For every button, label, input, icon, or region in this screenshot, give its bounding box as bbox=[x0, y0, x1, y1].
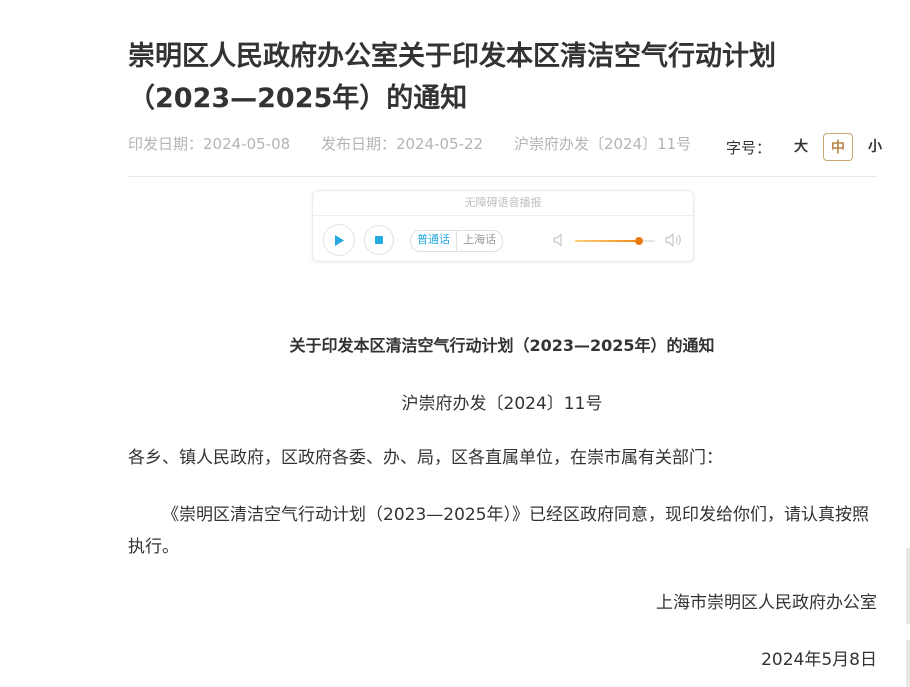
document-number-line: 沪崇府办发〔2024〕11号 bbox=[401, 394, 603, 414]
signature: 上海市崇明区人民政府办公室 bbox=[656, 593, 877, 613]
font-size-label: 字号： bbox=[726, 138, 772, 157]
header-divider bbox=[128, 176, 877, 177]
volume-low-icon[interactable] bbox=[553, 233, 565, 247]
document-date: 2024年5月8日 bbox=[761, 650, 877, 670]
language-toggle: 普通话 上海话 bbox=[410, 230, 503, 252]
play-button[interactable] bbox=[323, 224, 355, 256]
stop-icon bbox=[375, 236, 383, 244]
player-title: 无障碍语音播报 bbox=[313, 191, 693, 216]
volume-slider-fill bbox=[575, 240, 639, 242]
lang-mandarin-option[interactable]: 普通话 bbox=[411, 231, 457, 251]
stop-button[interactable] bbox=[364, 225, 394, 255]
scrollbar-track-lower[interactable] bbox=[906, 640, 910, 687]
volume-high-icon[interactable] bbox=[665, 232, 683, 248]
content-paragraph: 《崇明区清洁空气行动计划（2023—2025年）》已经区政府同意，现印发给你们，… bbox=[128, 505, 870, 557]
volume-slider-knob[interactable] bbox=[635, 237, 643, 245]
recipients-paragraph: 各乡、镇人民政府，区政府各委、办、局，区各直属单位，在崇市属有关部门： bbox=[128, 448, 723, 468]
document-title: 关于印发本区清洁空气行动计划（2023—2025年）的通知 bbox=[289, 336, 715, 355]
font-size-large-button[interactable]: 大 bbox=[787, 133, 815, 161]
page-title: 崇明区人民政府办公室关于印发本区清洁空气行动计划（2023—2025年）的通知 bbox=[128, 41, 776, 114]
font-size-control: 字号： 大 中 小 bbox=[726, 133, 889, 161]
volume-slider[interactable] bbox=[575, 237, 655, 245]
lang-shanghai-option[interactable]: 上海话 bbox=[457, 231, 502, 251]
audio-player: 无障碍语音播报 普通话 上海话 bbox=[312, 190, 694, 262]
font-size-small-button[interactable]: 小 bbox=[861, 133, 889, 161]
font-size-medium-button[interactable]: 中 bbox=[823, 133, 854, 161]
article-meta: 印发日期：2024-05-08 发布日期：2024-05-22 沪崇府办发〔20… bbox=[128, 133, 691, 155]
scrollbar-track[interactable] bbox=[906, 548, 910, 624]
document-number: 沪崇府办发〔2024〕11号 bbox=[513, 135, 692, 153]
print-date: 印发日期：2024-05-08 bbox=[128, 135, 291, 153]
publish-date: 发布日期：2024-05-22 bbox=[320, 135, 484, 153]
play-icon bbox=[335, 234, 344, 246]
